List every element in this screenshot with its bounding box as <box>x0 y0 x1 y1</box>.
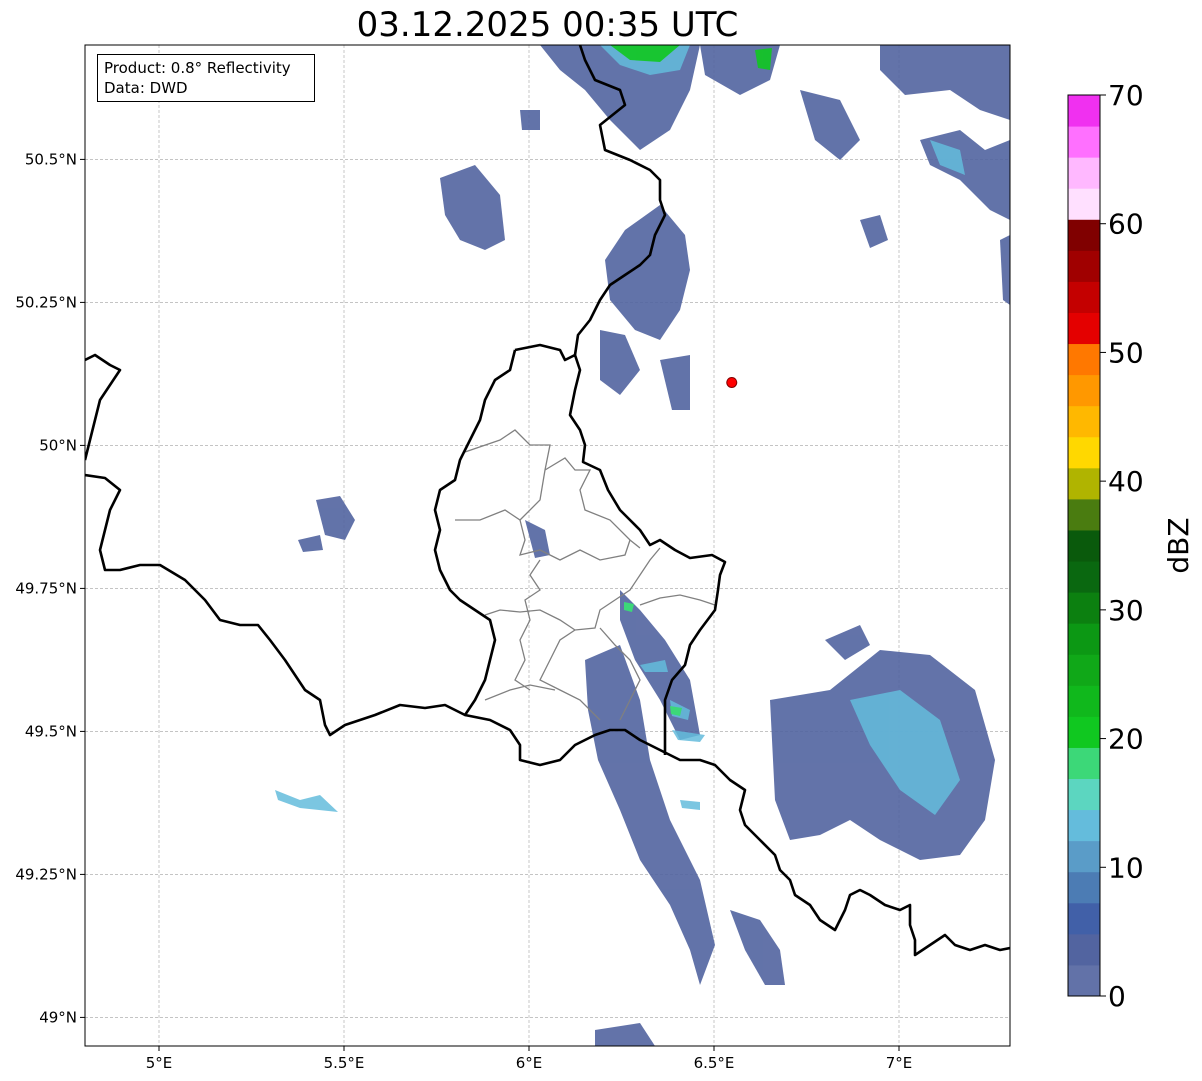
colorbar-segment <box>1068 840 1100 873</box>
radar-site-marker <box>726 376 738 388</box>
colorbar-segment <box>1068 623 1100 655</box>
x-tick-label: 5.5°E <box>324 1054 365 1072</box>
colorbar-segment <box>1068 716 1100 748</box>
colorbar-segment <box>1068 405 1100 438</box>
colorbar-segment <box>1068 467 1100 500</box>
colorbar-tick-label: 0 <box>1108 980 1126 1013</box>
colorbar-segment <box>1068 685 1100 717</box>
colorbar-segment <box>1068 871 1100 904</box>
colorbar-segment <box>1068 374 1100 407</box>
colorbar-segment <box>1068 964 1100 997</box>
colorbar-segment <box>1068 343 1100 376</box>
colorbar-segment <box>1068 250 1100 282</box>
colorbar-segment <box>1068 809 1100 842</box>
colorbar-segment <box>1068 592 1100 624</box>
colorbar-segment <box>1068 95 1100 127</box>
colorbar-segment <box>1068 747 1100 780</box>
colorbar-tick-label: 70 <box>1108 79 1144 112</box>
colorbar-segment <box>1068 219 1100 251</box>
colorbar-segment <box>1068 157 1100 189</box>
colorbar-segment <box>1068 933 1100 966</box>
y-tick-label: 49.5°N <box>25 722 77 740</box>
x-tick-label: 5°E <box>146 1054 173 1072</box>
colorbar-segment <box>1068 529 1100 562</box>
y-tick-label: 50.5°N <box>25 150 77 168</box>
colorbar-segment <box>1068 498 1100 531</box>
colorbar-segment <box>1068 126 1100 158</box>
colorbar-segment <box>1068 654 1100 686</box>
colorbar-tick-label: 60 <box>1108 208 1144 241</box>
colorbar-segment <box>1068 436 1100 469</box>
y-tick-label: 49°N <box>39 1008 77 1026</box>
colorbar-segment <box>1068 312 1100 345</box>
x-tick-label: 6°E <box>516 1054 543 1072</box>
colorbar-tick-label: 10 <box>1108 851 1144 884</box>
info-box: Product: 0.8° Reflectivity Data: DWD <box>97 54 315 102</box>
colorbar-segment <box>1068 188 1100 220</box>
product-label: Product: 0.8° Reflectivity <box>104 59 291 77</box>
colorbar-tick-label: 50 <box>1108 336 1144 369</box>
colorbar-segment <box>1068 778 1100 811</box>
y-tick-label: 49.75°N <box>15 579 77 597</box>
x-tick-label: 7°E <box>886 1054 913 1072</box>
radar-map: 5°E 5.5°E 6°E 6.5°E 7°E 50.5°N 50.25°N 50°N 49.7… <box>15 44 1195 1072</box>
x-tick-label: 6.5°E <box>694 1054 735 1072</box>
data-source-label: Data: DWD <box>104 79 188 97</box>
colorbar-tick-label: 30 <box>1108 594 1144 627</box>
y-tick-label: 50.25°N <box>15 293 77 311</box>
y-tick-label: 50°N <box>39 436 77 454</box>
colorbar-segment <box>1068 902 1100 935</box>
y-tick-label: 49.25°N <box>15 865 77 883</box>
colorbar-unit-label: dBZ <box>1162 517 1195 573</box>
colorbar-segment <box>1068 281 1100 313</box>
colorbar-tick-label: 20 <box>1108 723 1144 756</box>
colorbar: 0 10 20 30 40 50 60 70 dBZ <box>1067 79 1195 1013</box>
colorbar-segment <box>1068 561 1100 593</box>
colorbar-tick-label: 40 <box>1108 465 1144 498</box>
